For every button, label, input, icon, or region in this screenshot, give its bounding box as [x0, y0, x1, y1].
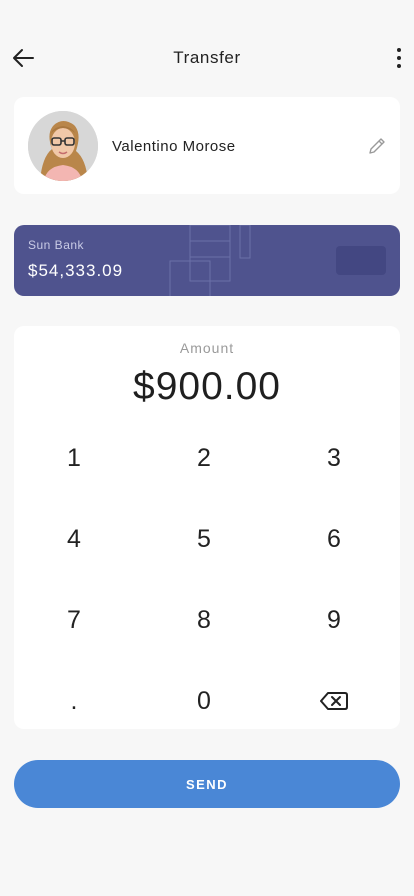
key-1[interactable]: 1	[19, 428, 129, 488]
amount-value: $900.00	[133, 365, 281, 408]
key-4[interactable]: 4	[19, 509, 129, 569]
bank-card[interactable]: Sun Bank $54,333.09	[14, 225, 400, 296]
key-7[interactable]: 7	[19, 590, 129, 650]
backspace-icon	[320, 692, 348, 710]
key-3[interactable]: 3	[279, 428, 389, 488]
bank-balance: $54,333.09	[28, 261, 124, 280]
recipient-card[interactable]: Valentino Morose	[14, 97, 400, 194]
pencil-icon	[369, 138, 385, 154]
key-8[interactable]: 8	[149, 590, 259, 650]
bank-name: Sun Bank	[28, 238, 85, 252]
send-button[interactable]: SEND	[14, 760, 400, 808]
edit-recipient-button[interactable]	[366, 135, 388, 157]
backspace-button[interactable]	[279, 671, 389, 731]
key-5[interactable]: 5	[149, 509, 259, 569]
card-decoration	[169, 225, 251, 296]
amount-label: Amount	[179, 340, 235, 356]
key-6[interactable]: 6	[279, 509, 389, 569]
recipient-name: Valentino Morose	[112, 138, 236, 155]
key-decimal[interactable]: .	[19, 671, 129, 731]
key-0[interactable]: 0	[149, 671, 259, 731]
avatar	[28, 111, 98, 181]
card-chip	[336, 246, 386, 275]
amount-keypad-panel: Amount $900.00 1 2 3 4 5 6 7 8 9 . 0	[14, 326, 400, 729]
more-vertical-icon	[397, 48, 401, 68]
page-title: Transfer	[173, 48, 241, 67]
more-options-button[interactable]	[390, 46, 408, 70]
key-2[interactable]: 2	[149, 428, 259, 488]
key-9[interactable]: 9	[279, 590, 389, 650]
